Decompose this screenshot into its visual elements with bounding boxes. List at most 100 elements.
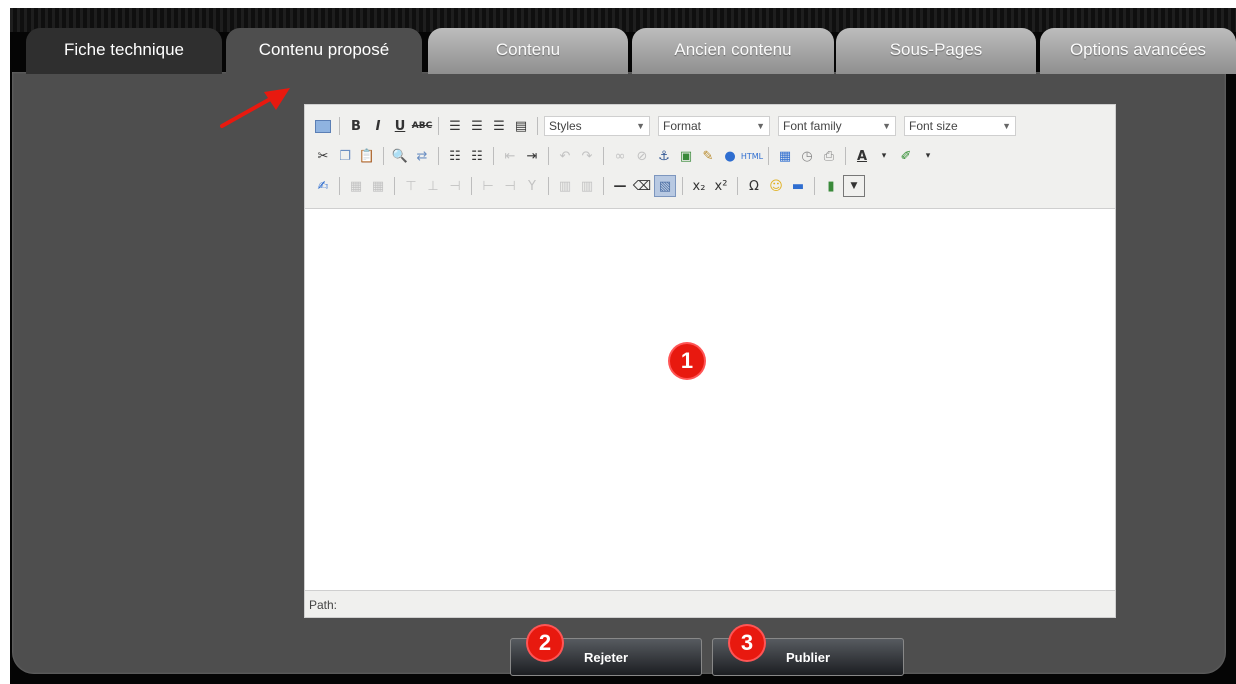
superscript-icon[interactable]: x² bbox=[711, 176, 731, 196]
align-center-icon[interactable]: ☰ bbox=[467, 116, 487, 136]
styles-select-value: Styles bbox=[549, 119, 582, 133]
badge-number: 3 bbox=[740, 630, 754, 655]
new-document-icon[interactable] bbox=[313, 116, 333, 136]
font-size-select[interactable]: Font size ▼ bbox=[904, 116, 1016, 136]
toolbar-separator bbox=[383, 147, 384, 165]
edit-document-icon[interactable]: ✍ bbox=[313, 176, 333, 196]
replace-icon[interactable]: ⇄ bbox=[412, 146, 432, 166]
chevron-down-icon: ▼ bbox=[756, 121, 765, 131]
paste-icon[interactable]: 📋 bbox=[357, 146, 377, 166]
format-select[interactable]: Format ▼ bbox=[658, 116, 770, 136]
tab-options-avancees[interactable]: Options avancées bbox=[1040, 28, 1236, 74]
chevron-down-icon: ▼ bbox=[1002, 121, 1011, 131]
delete-col-icon[interactable]: Y bbox=[522, 176, 542, 196]
align-justify-icon[interactable]: ▤ bbox=[511, 116, 531, 136]
format-select-value: Format bbox=[663, 119, 702, 133]
strikethrough-icon[interactable]: ABC bbox=[412, 116, 432, 136]
chevron-down-icon[interactable]: ▾ bbox=[874, 146, 894, 166]
horizontal-rule-icon[interactable]: — bbox=[610, 176, 630, 196]
toolbar-separator bbox=[768, 147, 769, 165]
chevron-down-icon[interactable]: ▾ bbox=[918, 146, 938, 166]
bullet-list-icon[interactable]: ☷ bbox=[445, 146, 465, 166]
cleanup-icon[interactable]: ✎ bbox=[698, 146, 718, 166]
help-icon[interactable]: ● bbox=[720, 146, 740, 166]
annotation-badge-3: 3 bbox=[730, 626, 764, 660]
delete-row-icon[interactable]: ⊣ bbox=[445, 176, 465, 196]
toolbar-row-1: B I U ABC ☰ ☰ ☰ ▤ Styles ▼ Format ▼ Font f… bbox=[313, 111, 1107, 141]
cut-icon[interactable]: ✂ bbox=[313, 146, 333, 166]
font-family-select-value: Font family bbox=[783, 119, 842, 133]
image-icon[interactable]: ▣ bbox=[676, 146, 696, 166]
toolbar-row-2: ✂ ❐ 📋 🔍 ⇄ ☷ ☷ ⇤ ⇥ ↶ ↷ ∞ ⊘ ⚓ ▣ ✎ ● HTML ▦… bbox=[313, 141, 1107, 171]
toolbar-separator bbox=[537, 117, 538, 135]
insert-col-before-icon[interactable]: ⊢ bbox=[478, 176, 498, 196]
table-props-icon[interactable]: ▦ bbox=[368, 176, 388, 196]
font-family-select[interactable]: Font family ▼ bbox=[778, 116, 896, 136]
reject-button-label: Rejeter bbox=[583, 649, 629, 665]
visual-aid-icon[interactable]: ▧ bbox=[654, 175, 676, 197]
tab-label: Contenu proposé bbox=[258, 40, 390, 59]
toolbar-separator bbox=[603, 147, 604, 165]
indent-icon[interactable]: ⇥ bbox=[522, 146, 542, 166]
align-left-icon[interactable]: ☰ bbox=[445, 116, 465, 136]
editor-toolbar: B I U ABC ☰ ☰ ☰ ▤ Styles ▼ Format ▼ Font f… bbox=[305, 105, 1115, 209]
toolbar-separator bbox=[339, 117, 340, 135]
background-color-icon[interactable]: ✐ bbox=[896, 146, 916, 166]
bold-icon[interactable]: B bbox=[346, 116, 366, 136]
tab-ancien-contenu[interactable]: Ancien contenu bbox=[632, 28, 834, 74]
insert-row-before-icon[interactable]: ⊤ bbox=[401, 176, 421, 196]
italic-icon[interactable]: I bbox=[368, 116, 388, 136]
toolbar-separator bbox=[438, 117, 439, 135]
tab-label: Ancien contenu bbox=[674, 40, 792, 59]
styles-select[interactable]: Styles ▼ bbox=[544, 116, 650, 136]
font-size-select-value: Font size bbox=[909, 119, 958, 133]
anchor-icon[interactable]: ⚓ bbox=[654, 146, 674, 166]
table-icon[interactable]: ▦ bbox=[346, 176, 366, 196]
undo-icon[interactable]: ↶ bbox=[555, 146, 575, 166]
redo-icon[interactable]: ↷ bbox=[577, 146, 597, 166]
preview-icon[interactable]: ⎙ bbox=[819, 146, 839, 166]
editor-content-area[interactable] bbox=[305, 209, 1115, 590]
numbered-list-icon[interactable]: ☷ bbox=[467, 146, 487, 166]
special-char-icon[interactable]: Ω bbox=[744, 176, 764, 196]
text-color-icon[interactable]: A bbox=[852, 146, 872, 166]
tab-fiche-technique[interactable]: Fiche technique bbox=[26, 28, 222, 74]
dropdown-field-icon[interactable]: ▼ bbox=[843, 175, 865, 197]
find-icon[interactable]: 🔍 bbox=[390, 146, 410, 166]
align-right-icon[interactable]: ☰ bbox=[489, 116, 509, 136]
unlink-icon[interactable]: ⊘ bbox=[632, 146, 652, 166]
editor-statusbar: Path: bbox=[305, 590, 1115, 617]
insert-time-icon[interactable]: ◷ bbox=[797, 146, 817, 166]
merge-cells-icon[interactable]: ▥ bbox=[577, 176, 597, 196]
annotation-arrow-icon bbox=[220, 88, 290, 128]
underline-icon[interactable]: U bbox=[390, 116, 410, 136]
subscript-icon[interactable]: x₂ bbox=[689, 176, 709, 196]
toolbar-separator bbox=[845, 147, 846, 165]
toolbar-separator bbox=[548, 147, 549, 165]
badge-number: 2 bbox=[538, 630, 552, 655]
split-cells-icon[interactable]: ▥ bbox=[555, 176, 575, 196]
html-source-icon[interactable]: HTML bbox=[741, 146, 763, 166]
annotation-badge-1: 1 bbox=[670, 344, 704, 378]
insert-date-icon[interactable]: ▦ bbox=[775, 146, 795, 166]
tab-label: Options avancées bbox=[1069, 40, 1207, 59]
remove-format-icon[interactable]: ⌫ bbox=[632, 176, 652, 196]
chevron-down-icon: ▼ bbox=[882, 121, 891, 131]
rich-text-editor: B I U ABC ☰ ☰ ☰ ▤ Styles ▼ Format ▼ Font f… bbox=[304, 104, 1116, 618]
page-break-icon[interactable]: ▮ bbox=[821, 176, 841, 196]
toolbar-separator bbox=[339, 177, 340, 195]
toolbar-separator bbox=[682, 177, 683, 195]
copy-icon[interactable]: ❐ bbox=[335, 146, 355, 166]
emoticon-icon[interactable]: ☺ bbox=[766, 176, 786, 196]
toolbar-separator bbox=[438, 147, 439, 165]
insert-col-after-icon[interactable]: ⊣ bbox=[500, 176, 520, 196]
outdent-icon[interactable]: ⇤ bbox=[500, 146, 520, 166]
tab-contenu[interactable]: Contenu bbox=[428, 28, 628, 74]
media-icon[interactable]: ▬ bbox=[788, 176, 808, 196]
badge-number: 1 bbox=[680, 348, 694, 373]
tab-contenu-propose[interactable]: Contenu proposé bbox=[226, 28, 422, 76]
link-icon[interactable]: ∞ bbox=[610, 146, 630, 166]
insert-row-after-icon[interactable]: ⊥ bbox=[423, 176, 443, 196]
tab-sous-pages[interactable]: Sous-Pages bbox=[836, 28, 1036, 74]
tab-label: Contenu bbox=[495, 40, 561, 59]
